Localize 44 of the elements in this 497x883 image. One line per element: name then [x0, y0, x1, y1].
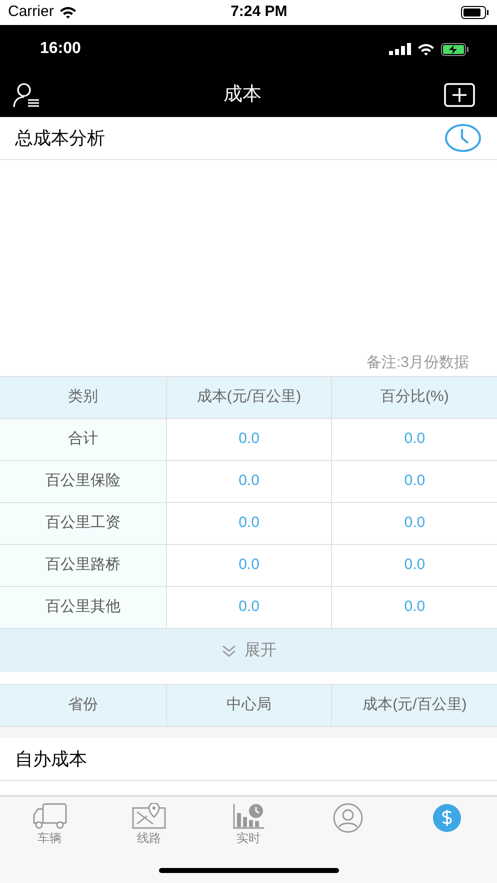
- wifi-icon: [417, 42, 435, 56]
- battery-icon: [461, 6, 489, 19]
- inner-status-time: 16:00: [40, 39, 81, 59]
- column-header: 类别: [66, 387, 99, 408]
- table-cell: 百公里路桥: [0, 545, 166, 586]
- section-title: 自办成本: [15, 748, 87, 770]
- wifi-icon: [58, 6, 77, 19]
- chevron-down-icon: [220, 644, 236, 658]
- clock-icon: [444, 123, 482, 153]
- status-time: 7:24 PM: [230, 2, 288, 22]
- page-title: 成本: [224, 82, 262, 107]
- column-header: 成本(元/百公里): [331, 685, 497, 726]
- section-title: 总成本分析: [15, 126, 106, 150]
- history-button[interactable]: [444, 123, 482, 153]
- truck-icon: [32, 803, 67, 829]
- table-cell: 0.0: [166, 587, 332, 628]
- tab-button[interactable]: 实时: [198, 797, 298, 851]
- person-icon: [332, 803, 363, 833]
- table-cell: 0.0: [166, 545, 332, 586]
- carrier-label: Carrier: [8, 2, 54, 22]
- expand-button[interactable]: 展开: [0, 629, 497, 672]
- table-cell: 0.0: [166, 419, 332, 460]
- tab-button[interactable]: 线路: [99, 797, 199, 851]
- map-pin-icon: [132, 803, 166, 829]
- column-header: 中心局: [166, 685, 332, 726]
- table-cell: 0.0: [166, 503, 332, 544]
- user-list-icon: [13, 82, 41, 108]
- column-header: 百分比(%): [331, 377, 497, 418]
- column-header: 成本(元/百公里): [166, 377, 332, 418]
- column-header: 省份: [66, 695, 99, 716]
- note-text: 备注:3月份数据: [366, 353, 469, 374]
- add-button[interactable]: [443, 82, 475, 108]
- table-cell: 百公里工资: [0, 503, 166, 544]
- table-cell: 百公里保险: [0, 461, 166, 502]
- add-icon: [444, 83, 474, 107]
- bar-chart-clock-icon: [232, 803, 265, 829]
- user-list-button[interactable]: [12, 80, 42, 110]
- signal-icon: [389, 43, 411, 55]
- table-cell: 百公里其他: [0, 587, 166, 628]
- battery-charging-icon: [441, 42, 469, 56]
- tab-button[interactable]: 车辆: [0, 797, 100, 851]
- dollar-icon: [432, 803, 462, 833]
- table-cell: 0.0: [166, 461, 332, 502]
- table-cell: 合计: [0, 419, 166, 460]
